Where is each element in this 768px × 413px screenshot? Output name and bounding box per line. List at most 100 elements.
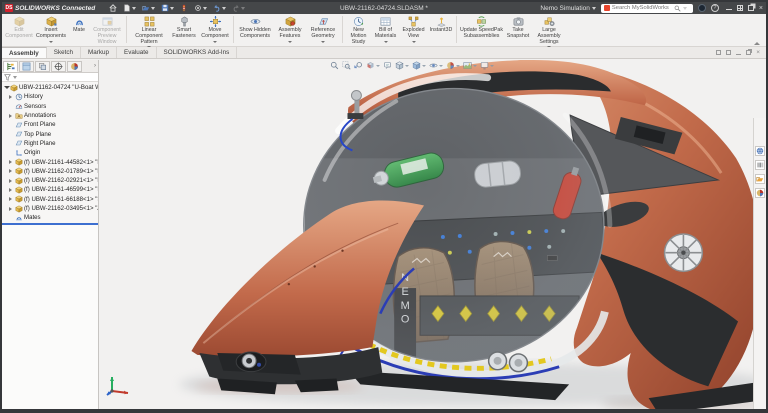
- maximize-button[interactable]: [736, 5, 743, 11]
- close-button[interactable]: ×: [759, 5, 763, 12]
- tab-evaluate[interactable]: Evaluate: [117, 47, 157, 58]
- ribbon-button-new-motion-study[interactable]: New Motion Study: [345, 15, 372, 46]
- filter-caret[interactable]: [13, 75, 17, 79]
- view-orientation-icon[interactable]: [395, 61, 409, 70]
- ribbon-button-reference-geometry[interactable]: Reference Geometry: [306, 15, 340, 46]
- propertymanager-tab[interactable]: [19, 60, 34, 72]
- tree-item-top-plane[interactable]: Top Plane: [2, 129, 98, 138]
- ribbon-button-edit-component[interactable]: Edit Component: [4, 15, 34, 46]
- zoom-to-area-icon[interactable]: [342, 61, 351, 70]
- new-document-icon[interactable]: [123, 4, 137, 12]
- tab-assembly[interactable]: Assembly: [2, 47, 47, 58]
- component-icon: [14, 177, 23, 185]
- app-name: SOLIDWORKS Connected: [15, 4, 96, 12]
- dropdown-caret: [213, 40, 217, 43]
- component-icon: [14, 195, 23, 203]
- tree-component-exostructure[interactable]: (f) UBW-21161-44582<1> "Exostruct: [2, 157, 98, 166]
- redo-icon[interactable]: [232, 4, 246, 12]
- instant3d-icon: [436, 16, 447, 27]
- simulation-menu[interactable]: Nemo Simulation: [540, 5, 596, 12]
- feature-manager-tabs-overflow[interactable]: ›: [94, 63, 96, 69]
- ribbon-collapse-chevron[interactable]: [754, 40, 760, 45]
- ribbon-button-show-hidden-components[interactable]: Show Hidden Components: [236, 15, 274, 46]
- large-assembly-settings-icon: [544, 16, 555, 27]
- tree-component-human-factors[interactable]: (f) UBW-21162-01789<1> "Human F: [2, 167, 98, 176]
- tree-item-front-plane[interactable]: Front Plane: [2, 120, 98, 129]
- section-view-icon[interactable]: [366, 61, 380, 70]
- ribbon-button-instant3d[interactable]: Instant3D: [428, 15, 454, 46]
- search-scope-caret[interactable]: [682, 6, 687, 10]
- tree-component-shape-elements[interactable]: (f) UBW-21161-66188<1> "Shape Ele: [2, 195, 98, 204]
- tree-component-auto-control[interactable]: (f) UBW-21162-03495<1> "Auto Con: [2, 204, 98, 213]
- search-input[interactable]: [611, 5, 672, 11]
- tree-item-sensors[interactable]: Sensors: [2, 102, 98, 111]
- tab-markup[interactable]: Markup: [81, 47, 118, 58]
- component-preview-window-icon: [102, 16, 113, 27]
- ribbon-button-component-preview-window[interactable]: Component Preview Window: [90, 15, 124, 46]
- undo-icon[interactable]: [213, 4, 227, 12]
- ribbon-button-move-component[interactable]: Move Component: [199, 15, 231, 46]
- graphics-area[interactable]: NEMO: [100, 60, 753, 409]
- feature-manager-tabs: ›: [2, 60, 98, 73]
- open-icon[interactable]: [142, 4, 156, 12]
- tree-component-interior[interactable]: (f) UBW-21161-46599<1> "Interior": [2, 185, 98, 194]
- user-avatar[interactable]: [697, 4, 706, 12]
- configurationmanager-tab[interactable]: [35, 60, 50, 72]
- apply-scene-icon[interactable]: [463, 61, 477, 70]
- submarine-model[interactable]: NEMO: [100, 60, 753, 409]
- dropdown-caret: [288, 40, 292, 43]
- search-icon: [674, 5, 681, 12]
- featuremanager-tree-tab[interactable]: [3, 60, 18, 72]
- edit-appearance-icon[interactable]: [446, 61, 460, 70]
- solidworks-resources-icon[interactable]: [755, 146, 765, 156]
- doc-window-icon[interactable]: [726, 50, 732, 55]
- move-component-icon: [209, 16, 221, 27]
- tab-sketch[interactable]: Sketch: [47, 47, 82, 58]
- doc-restore-icon[interactable]: [746, 50, 752, 55]
- tab-solidworks-add-ins[interactable]: SOLIDWORKS Add-Ins: [157, 47, 238, 58]
- appearances-scenes-icon[interactable]: [755, 188, 765, 198]
- doc-minimize-icon[interactable]: [736, 53, 742, 55]
- previous-view-icon[interactable]: [354, 61, 363, 70]
- tree-item-origin[interactable]: Origin: [2, 148, 98, 157]
- tree-item-mates[interactable]: Mates: [2, 213, 98, 222]
- filter-funnel-icon[interactable]: [4, 73, 11, 81]
- ribbon-button-update-speedpak-subassemblies[interactable]: Update SpeedPak Subassemblies: [459, 15, 504, 46]
- doc-close-icon[interactable]: ×: [756, 49, 760, 56]
- tree-component-battery-system[interactable]: (f) UBW-21162-02921<1> "Battery Sy: [2, 176, 98, 185]
- ribbon-button-linear-component-pattern[interactable]: Linear Component Pattern: [129, 15, 169, 49]
- ribbon-button-insert-components[interactable]: Insert Components: [34, 15, 68, 46]
- doc-window-icon[interactable]: [716, 50, 722, 55]
- dynamic-annotation-views-icon[interactable]: [383, 61, 392, 70]
- restore-button[interactable]: [747, 5, 754, 11]
- print-icon[interactable]: [180, 4, 188, 12]
- displaymanager-tab[interactable]: [67, 60, 82, 72]
- quick-access-toolbar: [109, 4, 246, 12]
- help-icon[interactable]: ?: [710, 4, 719, 12]
- tree-item-right-plane[interactable]: Right Plane: [2, 139, 98, 148]
- tree-root-assembly[interactable]: UBW-21162-04724 "U-Boat Worx NEMO": [2, 83, 98, 92]
- ribbon-button-assembly-features[interactable]: Assembly Features: [274, 15, 306, 46]
- file-explorer-icon[interactable]: [755, 174, 765, 184]
- tree-item-history[interactable]: History: [2, 92, 98, 101]
- task-pane-strip: [753, 118, 766, 409]
- zoom-to-fit-icon[interactable]: [330, 61, 339, 70]
- ribbon-button-exploded-view[interactable]: Exploded View: [399, 15, 428, 46]
- tree-item-annotations[interactable]: Annotations: [2, 111, 98, 120]
- view-settings-icon[interactable]: [480, 61, 494, 70]
- search-box[interactable]: [600, 3, 693, 13]
- design-library-icon[interactable]: [755, 160, 765, 170]
- display-style-icon[interactable]: [412, 61, 426, 70]
- hide-show-items-icon[interactable]: [429, 61, 443, 70]
- minimize-button[interactable]: [725, 8, 732, 11]
- ribbon-button-bill-of-materials[interactable]: Bill of Materials: [372, 15, 399, 46]
- title-bar: DS SOLIDWORKS Connected UBW-21162-04724.…: [2, 2, 766, 14]
- ribbon-button-take-snapshot[interactable]: Take Snapshot: [504, 15, 532, 46]
- home-icon[interactable]: [109, 4, 117, 12]
- save-icon[interactable]: [161, 4, 175, 12]
- ribbon-button-smart-fasteners[interactable]: Smart Fasteners: [169, 15, 199, 46]
- dimxpertmanager-tab[interactable]: [51, 60, 66, 72]
- options-icon[interactable]: [194, 4, 208, 12]
- ribbon-button-mate[interactable]: Mate: [68, 15, 90, 46]
- ribbon-button-large-assembly-settings[interactable]: Large Assembly Settings: [532, 15, 566, 49]
